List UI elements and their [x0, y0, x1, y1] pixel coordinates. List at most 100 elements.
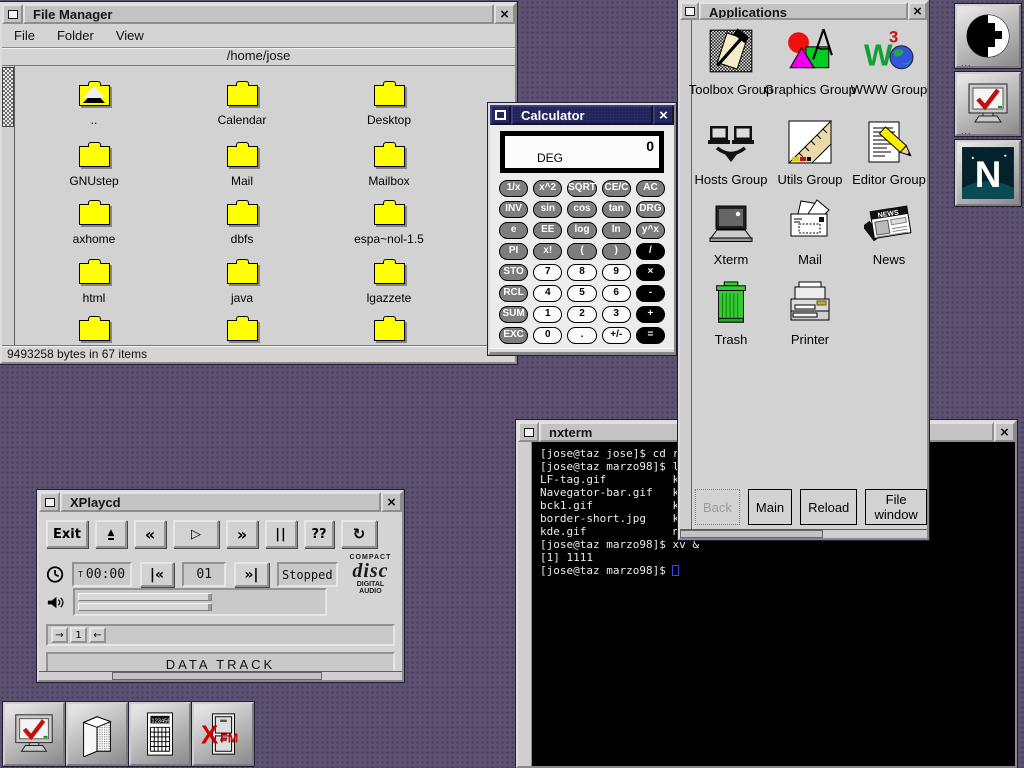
applications-titlebar[interactable]: Applications × — [680, 2, 927, 20]
close-button[interactable]: × — [908, 2, 927, 20]
loop-button[interactable]: ↻ — [341, 520, 377, 548]
folder-item-desktop[interactable]: Desktop — [329, 80, 449, 127]
shuffle-button[interactable]: ?? — [304, 520, 334, 548]
close-button[interactable]: × — [381, 492, 402, 512]
folder-item-calendar[interactable]: Calendar — [182, 80, 302, 127]
exit-button[interactable]: Exit — [46, 520, 88, 548]
bottom-bar-thumb[interactable] — [112, 672, 323, 680]
calc-key-5[interactable]: 5 — [567, 285, 596, 302]
dock-tile-xterm-check[interactable]: ... — [955, 72, 1021, 136]
calc-key-ac[interactable]: AC — [636, 180, 665, 197]
calc-key-4[interactable]: 4 — [533, 285, 562, 302]
folder-item-up[interactable]: .. — [34, 80, 154, 127]
calc-key-8[interactable]: 8 — [567, 264, 596, 281]
play-button[interactable]: ▷ — [173, 520, 219, 548]
app-item-editor-group[interactable]: Editor Group — [845, 118, 927, 187]
applications-hscrollbar[interactable] — [680, 529, 927, 538]
folder-item-axhome[interactable]: axhome — [34, 199, 154, 246]
app-item-printer[interactable]: Printer — [766, 280, 854, 347]
calc-key-sum[interactable]: SUM — [499, 306, 528, 323]
calc-key-inv[interactable]: INV — [499, 201, 528, 218]
app-item-mail[interactable]: Mail — [766, 198, 854, 267]
dock-tile-xfm[interactable]: X FM — [192, 702, 254, 766]
folder-item-dbfs[interactable]: dbfs — [182, 199, 302, 246]
calc-key-cos[interactable]: cos — [567, 201, 596, 218]
xplaycd-titlebar[interactable]: XPlaycd × — [39, 492, 402, 512]
main-button[interactable]: Main — [748, 489, 792, 525]
dock-tile-calculator[interactable]: 123456 — [129, 702, 191, 766]
calculator-resize-bar[interactable] — [490, 348, 674, 354]
window-menu-button[interactable] — [680, 2, 699, 20]
hscrollbar-thumb[interactable] — [680, 530, 823, 538]
close-button[interactable]: × — [653, 105, 674, 125]
calc-key-decimal[interactable]: . — [567, 327, 596, 344]
menu-folder[interactable]: Folder — [57, 28, 94, 43]
calc-key-exc[interactable]: EXC — [499, 327, 528, 344]
terminal-scrollbar[interactable] — [518, 442, 532, 766]
calc-key-recip[interactable]: 1/x — [499, 180, 528, 197]
volume-slider[interactable] — [78, 593, 212, 601]
calc-key-7[interactable]: 7 — [533, 264, 562, 281]
folder-item-partial[interactable] — [329, 315, 449, 341]
file-manager-titlebar[interactable]: File Manager × — [2, 4, 515, 24]
calc-key-3[interactable]: 3 — [602, 306, 631, 323]
calc-key-tan[interactable]: tan — [602, 201, 631, 218]
app-item-www-group[interactable]: W 3 WWW Group — [845, 26, 927, 97]
window-menu-button[interactable] — [2, 4, 23, 24]
calc-key-sqrt[interactable]: SQRT — [567, 180, 597, 197]
close-button[interactable]: × — [494, 4, 515, 24]
app-item-hosts-group[interactable]: Hosts Group — [687, 122, 775, 187]
calc-key-9[interactable]: 9 — [602, 264, 631, 281]
pause-button[interactable]: || — [265, 520, 297, 548]
calc-key-drg[interactable]: DRG — [636, 201, 665, 218]
close-button[interactable]: × — [994, 422, 1015, 442]
calc-key-sin[interactable]: sin — [533, 201, 562, 218]
calc-key-subtract[interactable]: - — [636, 285, 665, 302]
eject-button[interactable]: ▲ — [95, 520, 127, 548]
calc-key-equals[interactable]: = — [636, 327, 665, 344]
menu-view[interactable]: View — [116, 28, 144, 43]
app-item-toolbox-group[interactable]: Toolbox Group — [687, 26, 775, 97]
calc-key-6[interactable]: 6 — [602, 285, 631, 302]
window-menu-button[interactable] — [518, 422, 539, 442]
calc-key-multiply[interactable]: × — [636, 264, 665, 281]
window-menu-button[interactable] — [490, 105, 511, 125]
track-next-button[interactable]: → — [51, 627, 68, 643]
calc-key-factorial[interactable]: x! — [533, 243, 562, 260]
app-item-news[interactable]: NEWS News — [845, 198, 927, 267]
folder-item-partial[interactable] — [34, 315, 154, 341]
rewind-button[interactable]: « — [134, 520, 166, 548]
back-button[interactable]: Back — [695, 489, 740, 525]
calc-key-ce-c[interactable]: CE/C — [602, 180, 631, 197]
folder-item-mail[interactable]: Mail — [182, 141, 302, 188]
next-track-button[interactable]: »| — [234, 562, 268, 587]
app-item-utils-group[interactable]: Utils Group — [766, 118, 854, 187]
calc-key-add[interactable]: + — [636, 306, 665, 323]
folder-item-java[interactable]: java — [182, 258, 302, 305]
dock-tile-monitor[interactable] — [3, 702, 65, 766]
dock-tile-netscape[interactable]: N — [955, 140, 1021, 206]
calc-key-sto[interactable]: STO — [499, 264, 528, 281]
calc-key-2[interactable]: 2 — [567, 306, 596, 323]
calc-key-ee[interactable]: EE — [533, 222, 562, 239]
app-item-graphics-group[interactable]: Graphics Group — [766, 26, 854, 97]
window-menu-button[interactable] — [39, 492, 60, 512]
scrollbar-thumb[interactable] — [2, 67, 14, 127]
calc-key-ln[interactable]: ln — [602, 222, 631, 239]
dock-tile-modules[interactable]: ... — [955, 4, 1021, 68]
calc-key-pi[interactable]: PI — [499, 243, 528, 260]
calc-key-divide[interactable]: / — [636, 243, 665, 260]
calc-key-lparen[interactable]: ( — [567, 243, 596, 260]
folder-item-espanol[interactable]: espa~nol-1.5 — [329, 199, 449, 246]
calc-key-e[interactable]: e — [499, 222, 528, 239]
calc-key-1[interactable]: 1 — [533, 306, 562, 323]
folder-item-mailbox[interactable]: Mailbox — [329, 141, 449, 188]
calc-key-rcl[interactable]: RCL — [499, 285, 528, 302]
prev-track-button[interactable]: |« — [140, 562, 174, 587]
reload-button[interactable]: Reload — [800, 489, 857, 525]
xplaycd-bottom-bar[interactable] — [39, 671, 402, 680]
calc-key-rparen[interactable]: ) — [602, 243, 631, 260]
file-window-button[interactable]: File window — [865, 489, 927, 525]
calc-key-pow[interactable]: y^x — [636, 222, 665, 239]
menu-file[interactable]: File — [14, 28, 35, 43]
